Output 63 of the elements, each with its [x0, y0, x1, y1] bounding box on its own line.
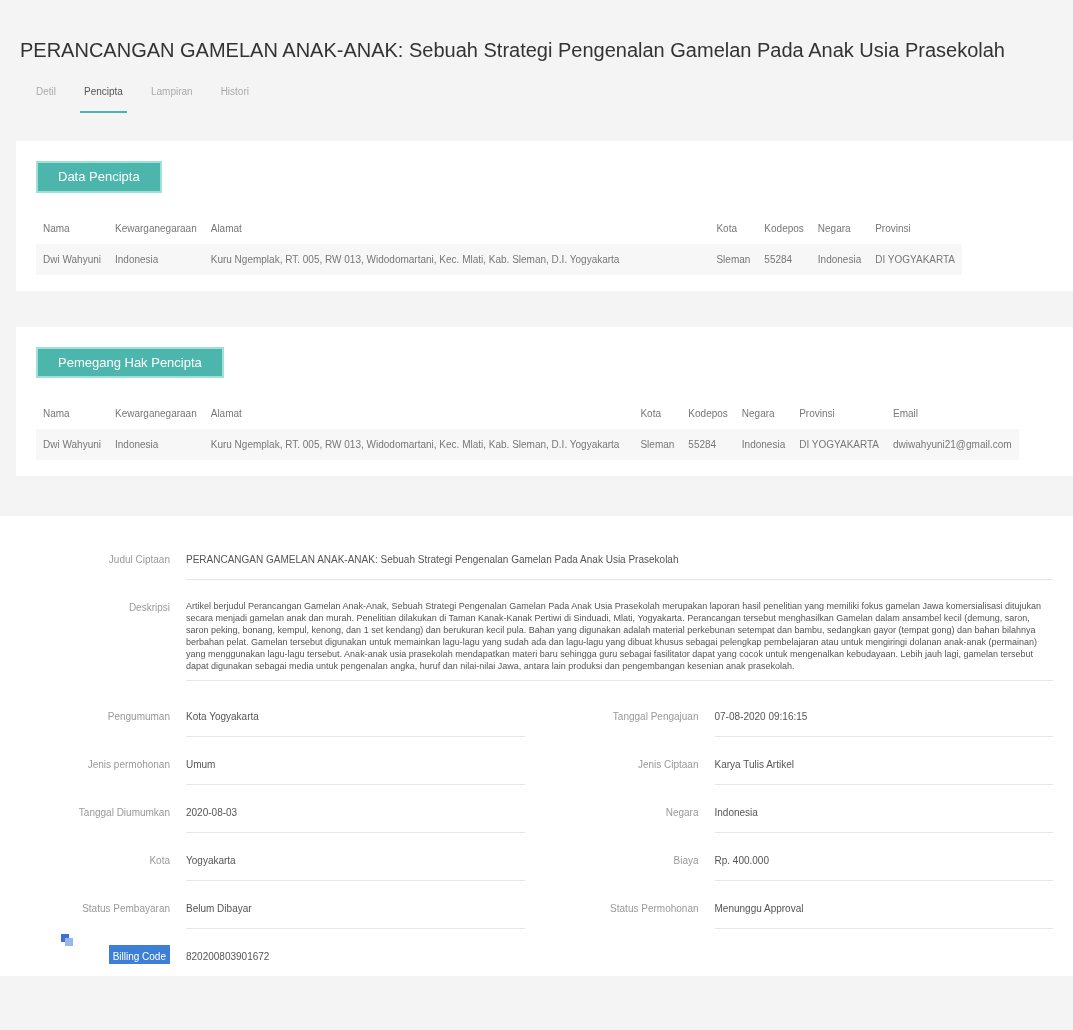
field-label: Billing Code: [108, 945, 170, 964]
field-value: 07-08-2020 09:16:15: [714, 705, 1053, 737]
field-label: Jenis Ciptaan: [636, 758, 699, 772]
tab[interactable]: Lampiran: [146, 84, 197, 113]
column-header: Negara: [734, 398, 793, 429]
column-header: Provinsi: [792, 398, 887, 429]
field-label: Judul Ciptaan: [107, 553, 170, 567]
column-header: Kodepos: [757, 212, 811, 244]
table-cell: dwiwahyuni21@gmail.com: [886, 429, 1019, 460]
column-header: Kodepos: [681, 398, 735, 429]
column-header: Nama: [36, 398, 108, 429]
page-title: PERANCANGAN GAMELAN ANAK-ANAK: Sebuah Strategi Pengenalan Gamelan Pada Anak Usia Prasekolah: [20, 38, 1006, 63]
field-value: Belum Dibayar: [186, 897, 525, 929]
tab[interactable]: Histori: [216, 84, 253, 113]
table-cell: Indonesia: [108, 243, 204, 275]
field-value: Indonesia: [714, 801, 1053, 833]
tab[interactable]: Pencipta: [80, 84, 127, 113]
table-cell: DI YOGYAKARTA: [792, 429, 887, 460]
table-cell: Kuru Ngemplak, RT. 005, RW 013, Widodomartani, Kec. Mlati, Kab. Sleman, D.I. Yogyakarta: [203, 243, 710, 275]
field-label: Status Pembayaran: [81, 902, 170, 916]
field-label: Tanggal Pengajuan: [611, 710, 699, 724]
field-label: Deskripsi: [127, 601, 170, 615]
table-cell: 55284: [681, 429, 735, 460]
field-value: Umum: [186, 753, 525, 785]
table-cell: Indonesia: [810, 243, 869, 275]
field-value: Yogyakarta: [186, 849, 525, 881]
column-header: Alamat: [203, 212, 710, 244]
field-label: Pengumuman: [106, 710, 170, 724]
column-header: Kewarganegaraan: [108, 212, 204, 244]
tab[interactable]: Detil: [32, 84, 60, 113]
field-label: Biaya: [672, 854, 699, 868]
column-header: Kota: [709, 212, 758, 244]
field-label: Negara: [664, 806, 699, 820]
column-header: Alamat: [203, 398, 634, 429]
table-cell: Dwi Wahyuni: [36, 243, 108, 275]
field-value: Karya Tulis Artikel: [714, 753, 1053, 785]
field-label: Jenis permohonan: [86, 758, 170, 772]
field-label: Kota: [148, 854, 170, 868]
table-cell: Sleman: [633, 429, 682, 460]
field-value: Kota Yogyakarta: [186, 705, 525, 737]
field-value: 820200803901672: [186, 950, 271, 964]
field-value: Artikel berjudul Perancangan Gamelan Anak-Anak, Sebuah Strategi Pengenalan Gamelan Pada Anak Usia Prasekolah merupakan laporan hasil penelitian yang memiliki fokus gamelan Jawa komersialisasi ditujukan secara menjadi gamelan anak dan murah. Penelitian dilakukan di Taman Kanak-Kanak Pertiwi di Sinduadi, Mlati, Yogyakarta. Perancangan tersebut menghasilkan Gamelan dalam ansambel kecil (demung, saron, saron peking, bonang, kempul, kenong, dan 1 set kendang) dan berukuran kecil pula. Bahan yang digunakan adalah material perkebunan setempat dan bambu, sedangkan gayor (tempat gong) dan bahan bilahnya berbahan pelat. Gamelan tersebut digunakan untuk memainkan lagu-lagu yang sudah ada dan lagu-lagu yang dibuat khusus sebagai pelengkap pembelajaran atau untuk mengiringi dolanan anak-anak (permainan) yang menggunakan lagu-lagu tersebut. Anak-anak usia prasekolah mendapatkan materi baru sehingga guru sebagai fasilitator dapat yang cocok untuk mengenalkan kebudayaan. Lebih jauh lagi, gamelan tersebut dapat digunakan sebagai media untuk pengenalan angka, huruf dan nilai-nilai Jawa, antara lain produksi dan pengembangan kesenian anak prasekolah.: [186, 596, 1053, 681]
table-cell: Kuru Ngemplak, RT. 005, RW 013, Widodomartani, Kec. Mlati, Kab. Sleman, D.I. Yogyakarta: [203, 429, 634, 460]
column-header: Provinsi: [868, 212, 963, 244]
table-cell: Dwi Wahyuni: [36, 429, 108, 460]
column-header: Email: [886, 398, 1019, 429]
section-heading: Pemegang Hak Pencipta: [36, 346, 224, 378]
column-header: Kewarganegaraan: [108, 398, 204, 429]
table-cell: Sleman: [709, 243, 758, 275]
table-cell: DI YOGYAKARTA: [868, 243, 963, 275]
table-cell: Indonesia: [108, 429, 204, 460]
column-header: Nama: [36, 212, 108, 244]
column-header: Kota: [633, 398, 682, 429]
field-value: Rp. 400.000: [714, 849, 1053, 881]
table-cell: 55284: [757, 243, 811, 275]
field-label: Tanggal Diumumkan: [77, 806, 170, 820]
column-header: Negara: [810, 212, 869, 244]
section-heading: Data Pencipta: [36, 161, 162, 193]
field-value: PERANCANGAN GAMELAN ANAK-ANAK: Sebuah Strategi Pengenalan Gamelan Pada Anak Usia Prasekolah: [186, 548, 1053, 580]
field-value: 2020-08-03: [186, 801, 525, 833]
table-cell: Indonesia: [734, 429, 793, 460]
field-label: Status Permohonan: [609, 902, 699, 916]
field-value: Menunggu Approval: [714, 897, 1053, 929]
